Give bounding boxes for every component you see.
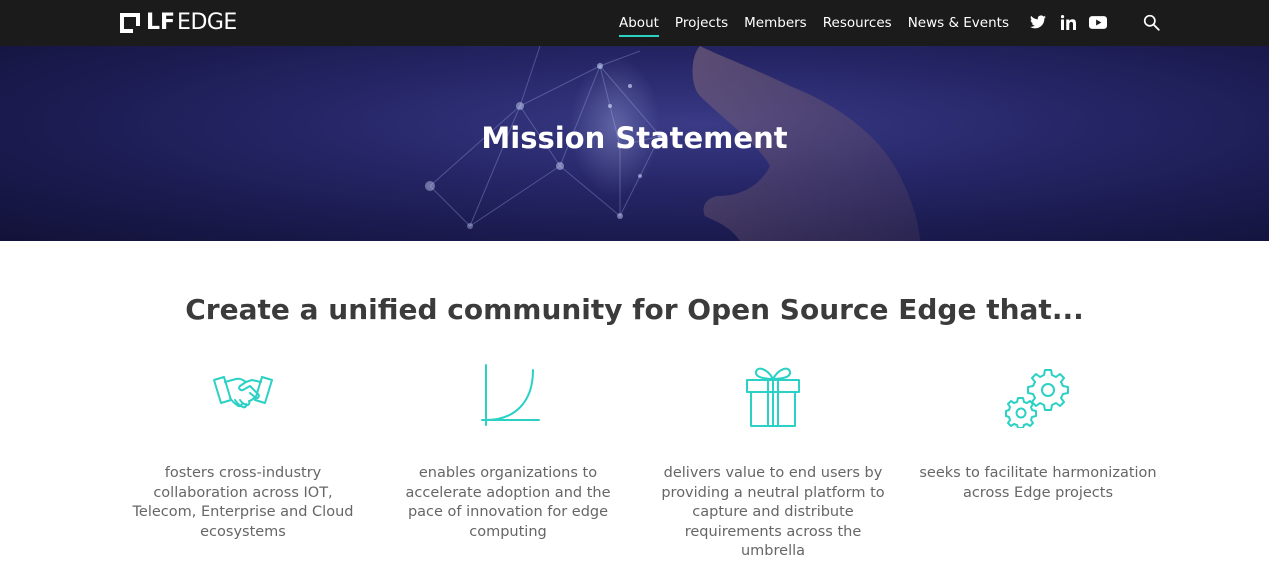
feature-harmonization-text: seeks to facilitate harmonization across… <box>919 465 1157 501</box>
logo-edge-text: EDGE <box>177 10 237 35</box>
lf-edge-logo[interactable]: LF EDGE <box>120 12 237 34</box>
feature-collaboration: fosters cross-industry collaboration acr… <box>123 362 363 542</box>
twitter-icon[interactable] <box>1029 13 1047 31</box>
gift-icon <box>653 362 893 434</box>
page-title: Mission Statement <box>481 121 788 155</box>
linkedin-icon[interactable] <box>1059 13 1077 31</box>
growth-curve-icon <box>388 362 628 434</box>
search-icon[interactable] <box>1143 14 1161 32</box>
handshake-icon <box>123 362 363 434</box>
gears-icon <box>918 362 1158 434</box>
nav-item-news-events[interactable]: News & Events <box>908 0 1009 46</box>
main-nav: About Projects Members Resources News & … <box>619 0 1025 46</box>
feature-collaboration-text: fosters cross-industry collaboration acr… <box>132 465 354 540</box>
hero-banner: Mission Statement <box>0 46 1269 241</box>
section-headline: Create a unified community for Open Sour… <box>185 293 1084 326</box>
social-links <box>1029 13 1119 31</box>
feature-adoption: enables organizations to accelerate adop… <box>388 362 628 542</box>
nav-item-members[interactable]: Members <box>744 0 807 46</box>
youtube-icon[interactable] <box>1089 13 1107 31</box>
top-navigation-bar: LF EDGE About Projects Members Resources… <box>0 0 1269 46</box>
logo-lf-text: LF <box>146 10 176 35</box>
feature-value-text: delivers value to end users by providing… <box>661 465 885 559</box>
feature-harmonization: seeks to facilitate harmonization across… <box>918 362 1158 503</box>
nav-item-about[interactable]: About <box>619 0 659 46</box>
nav-item-projects[interactable]: Projects <box>675 0 728 46</box>
nav-item-resources[interactable]: Resources <box>823 0 892 46</box>
feature-adoption-text: enables organizations to accelerate adop… <box>405 465 611 540</box>
logo-mark-icon <box>120 13 140 33</box>
feature-value: delivers value to end users by providing… <box>653 362 893 562</box>
